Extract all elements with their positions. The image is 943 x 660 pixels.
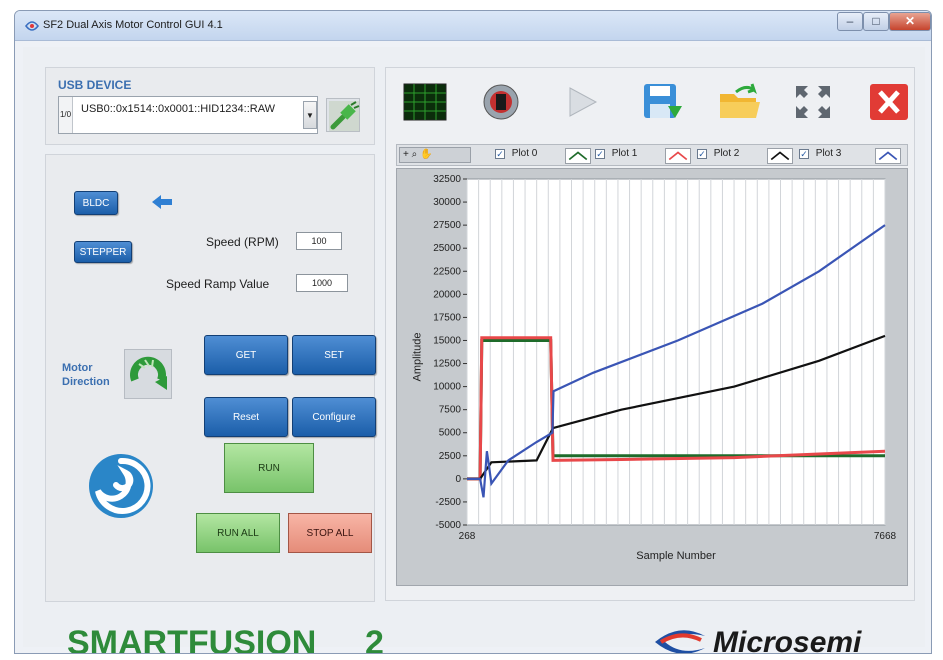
legend-label: Plot 1 xyxy=(611,148,638,159)
plot-0-swatch xyxy=(565,148,591,164)
plot-3-swatch xyxy=(875,148,901,164)
usb-device-select[interactable]: 1/0 USB0::0x1514::0x0001::HID1234::RAW ▼ xyxy=(58,96,318,134)
y-tick-label: 15000 xyxy=(433,335,461,346)
usb-device-panel: USB DEVICE 1/0 USB0::0x1514::0x0001::HID… xyxy=(45,67,375,145)
speed-ramp-input[interactable]: 1000 xyxy=(296,274,348,292)
get-button[interactable]: GET xyxy=(204,335,288,375)
plot-legend-bar: + ⌕ ✋ ✓ Plot 0 ✓ Plot 1 ✓ Plot 2 ✓ Plot … xyxy=(396,144,908,166)
y-tick-label: 20000 xyxy=(433,289,461,300)
microsemi-logo: Microsemi xyxy=(655,626,862,654)
legend-plot-1[interactable]: ✓ Plot 1 xyxy=(595,148,691,164)
usb-connect-button[interactable] xyxy=(326,98,360,132)
plot-1-swatch xyxy=(665,148,691,164)
checkbox-icon[interactable]: ✓ xyxy=(799,148,809,159)
y-tick-label: 25000 xyxy=(433,243,461,254)
window-title: SF2 Dual Axis Motor Control GUI 4.1 xyxy=(43,19,223,31)
graph-tools-palette[interactable]: + ⌕ ✋ xyxy=(399,147,471,163)
legend-label: Plot 2 xyxy=(713,148,740,159)
y-axis-label: Amplitude xyxy=(411,332,424,382)
graph-panel: + ⌕ ✋ ✓ Plot 0 ✓ Plot 1 ✓ Plot 2 ✓ Plot … xyxy=(385,67,915,601)
rotate-arrow-icon xyxy=(130,356,167,390)
stop-all-button[interactable]: STOP ALL xyxy=(288,513,372,553)
legend-plot-0[interactable]: ✓ Plot 0 xyxy=(495,148,591,164)
motor-control-panel: BLDC STEPPER Speed (RPM) 100 Speed Ramp … xyxy=(45,154,376,602)
y-tick-label: 7500 xyxy=(439,405,462,416)
y-tick-label: 17500 xyxy=(433,312,461,323)
y-tick-label: -5000 xyxy=(435,520,461,531)
checkbox-icon[interactable]: ✓ xyxy=(697,148,707,159)
legend-plot-3[interactable]: ✓ Plot 3 xyxy=(799,148,901,164)
app-logo-icon xyxy=(25,21,39,31)
set-button[interactable]: SET xyxy=(292,335,376,375)
smartfusion-text: SMARTFUSION xyxy=(67,624,316,654)
y-tick-label: 32500 xyxy=(433,174,461,185)
usb-device-value: USB0::0x1514::0x0001::HID1234::RAW xyxy=(81,103,276,115)
play-icon[interactable] xyxy=(558,82,604,122)
motor-icon[interactable] xyxy=(478,82,524,122)
reset-button[interactable]: Reset xyxy=(204,397,288,437)
x-tick-label: 7668 xyxy=(874,531,897,542)
configure-button[interactable]: Configure xyxy=(292,397,376,437)
speed-label: Speed (RPM) xyxy=(206,235,279,249)
legend-plot-2[interactable]: ✓ Plot 2 xyxy=(697,148,793,164)
legend-label: Plot 0 xyxy=(511,148,538,159)
expand-icon[interactable] xyxy=(790,82,836,122)
y-tick-label: -2500 xyxy=(435,497,461,508)
run-all-button[interactable]: RUN ALL xyxy=(196,513,280,553)
minimize-button[interactable]: ‒ xyxy=(837,12,863,31)
speed-input[interactable]: 100 xyxy=(296,232,342,250)
oscilloscope-icon[interactable] xyxy=(402,82,448,122)
bldc-button[interactable]: BLDC xyxy=(74,191,118,215)
client-area: USB DEVICE 1/0 USB0::0x1514::0x0001::HID… xyxy=(23,47,925,653)
close-icon[interactable] xyxy=(866,82,912,122)
app-window: SF2 Dual Axis Motor Control GUI 4.1 ‒ □ … xyxy=(14,10,932,654)
maximize-button[interactable]: □ xyxy=(863,12,889,31)
chart-svg: 3250030000275002500022500200001750015000… xyxy=(433,174,897,562)
y-tick-label: 2500 xyxy=(439,451,462,462)
usb-plug-icon xyxy=(329,101,360,131)
y-tick-label: 30000 xyxy=(433,197,461,208)
usb-device-title: USB DEVICE xyxy=(58,78,132,92)
save-icon[interactable] xyxy=(638,82,684,122)
y-tick-label: 10000 xyxy=(433,382,461,393)
x-tick-label: 268 xyxy=(459,531,476,542)
close-window-button[interactable]: ✕ xyxy=(889,12,931,31)
stepper-button[interactable]: STEPPER xyxy=(74,241,132,263)
smartfusion-suffix: 2 xyxy=(365,624,384,654)
smartfusion2-logo: SMARTFUSION 2 xyxy=(67,624,384,654)
motor-direction-label: Motor Direction xyxy=(62,362,110,388)
checkbox-icon[interactable]: ✓ xyxy=(495,148,505,159)
motor-direction-toggle[interactable] xyxy=(124,349,172,399)
y-tick-label: 5000 xyxy=(439,428,462,439)
y-tick-label: 22500 xyxy=(433,266,461,277)
microsemi-text: Microsemi xyxy=(713,626,862,654)
plot-2-swatch xyxy=(767,148,793,164)
dropdown-arrow-icon[interactable]: ▼ xyxy=(303,101,317,129)
usb-index-label: 1/0 xyxy=(59,97,73,133)
open-folder-icon[interactable] xyxy=(716,82,762,122)
checkbox-icon[interactable]: ✓ xyxy=(595,148,605,159)
arrow-left-icon xyxy=(152,195,172,209)
waveform-graph[interactable]: 32500 30000 27500 25000 22500 20000 17500 15000… xyxy=(396,168,908,586)
y-tick-label: 0 xyxy=(455,474,461,485)
title-bar[interactable]: SF2 Dual Axis Motor Control GUI 4.1 ‒ □ … xyxy=(15,11,931,41)
y-tick-label: 27500 xyxy=(433,220,461,231)
speed-ramp-label: Speed Ramp Value xyxy=(166,277,270,291)
legend-label: Plot 3 xyxy=(815,148,842,159)
run-button[interactable]: RUN xyxy=(224,443,314,493)
x-axis-label: Sample Number xyxy=(636,550,716,562)
brand-swirl-logo xyxy=(89,454,153,518)
y-tick-label: 12500 xyxy=(433,359,461,370)
